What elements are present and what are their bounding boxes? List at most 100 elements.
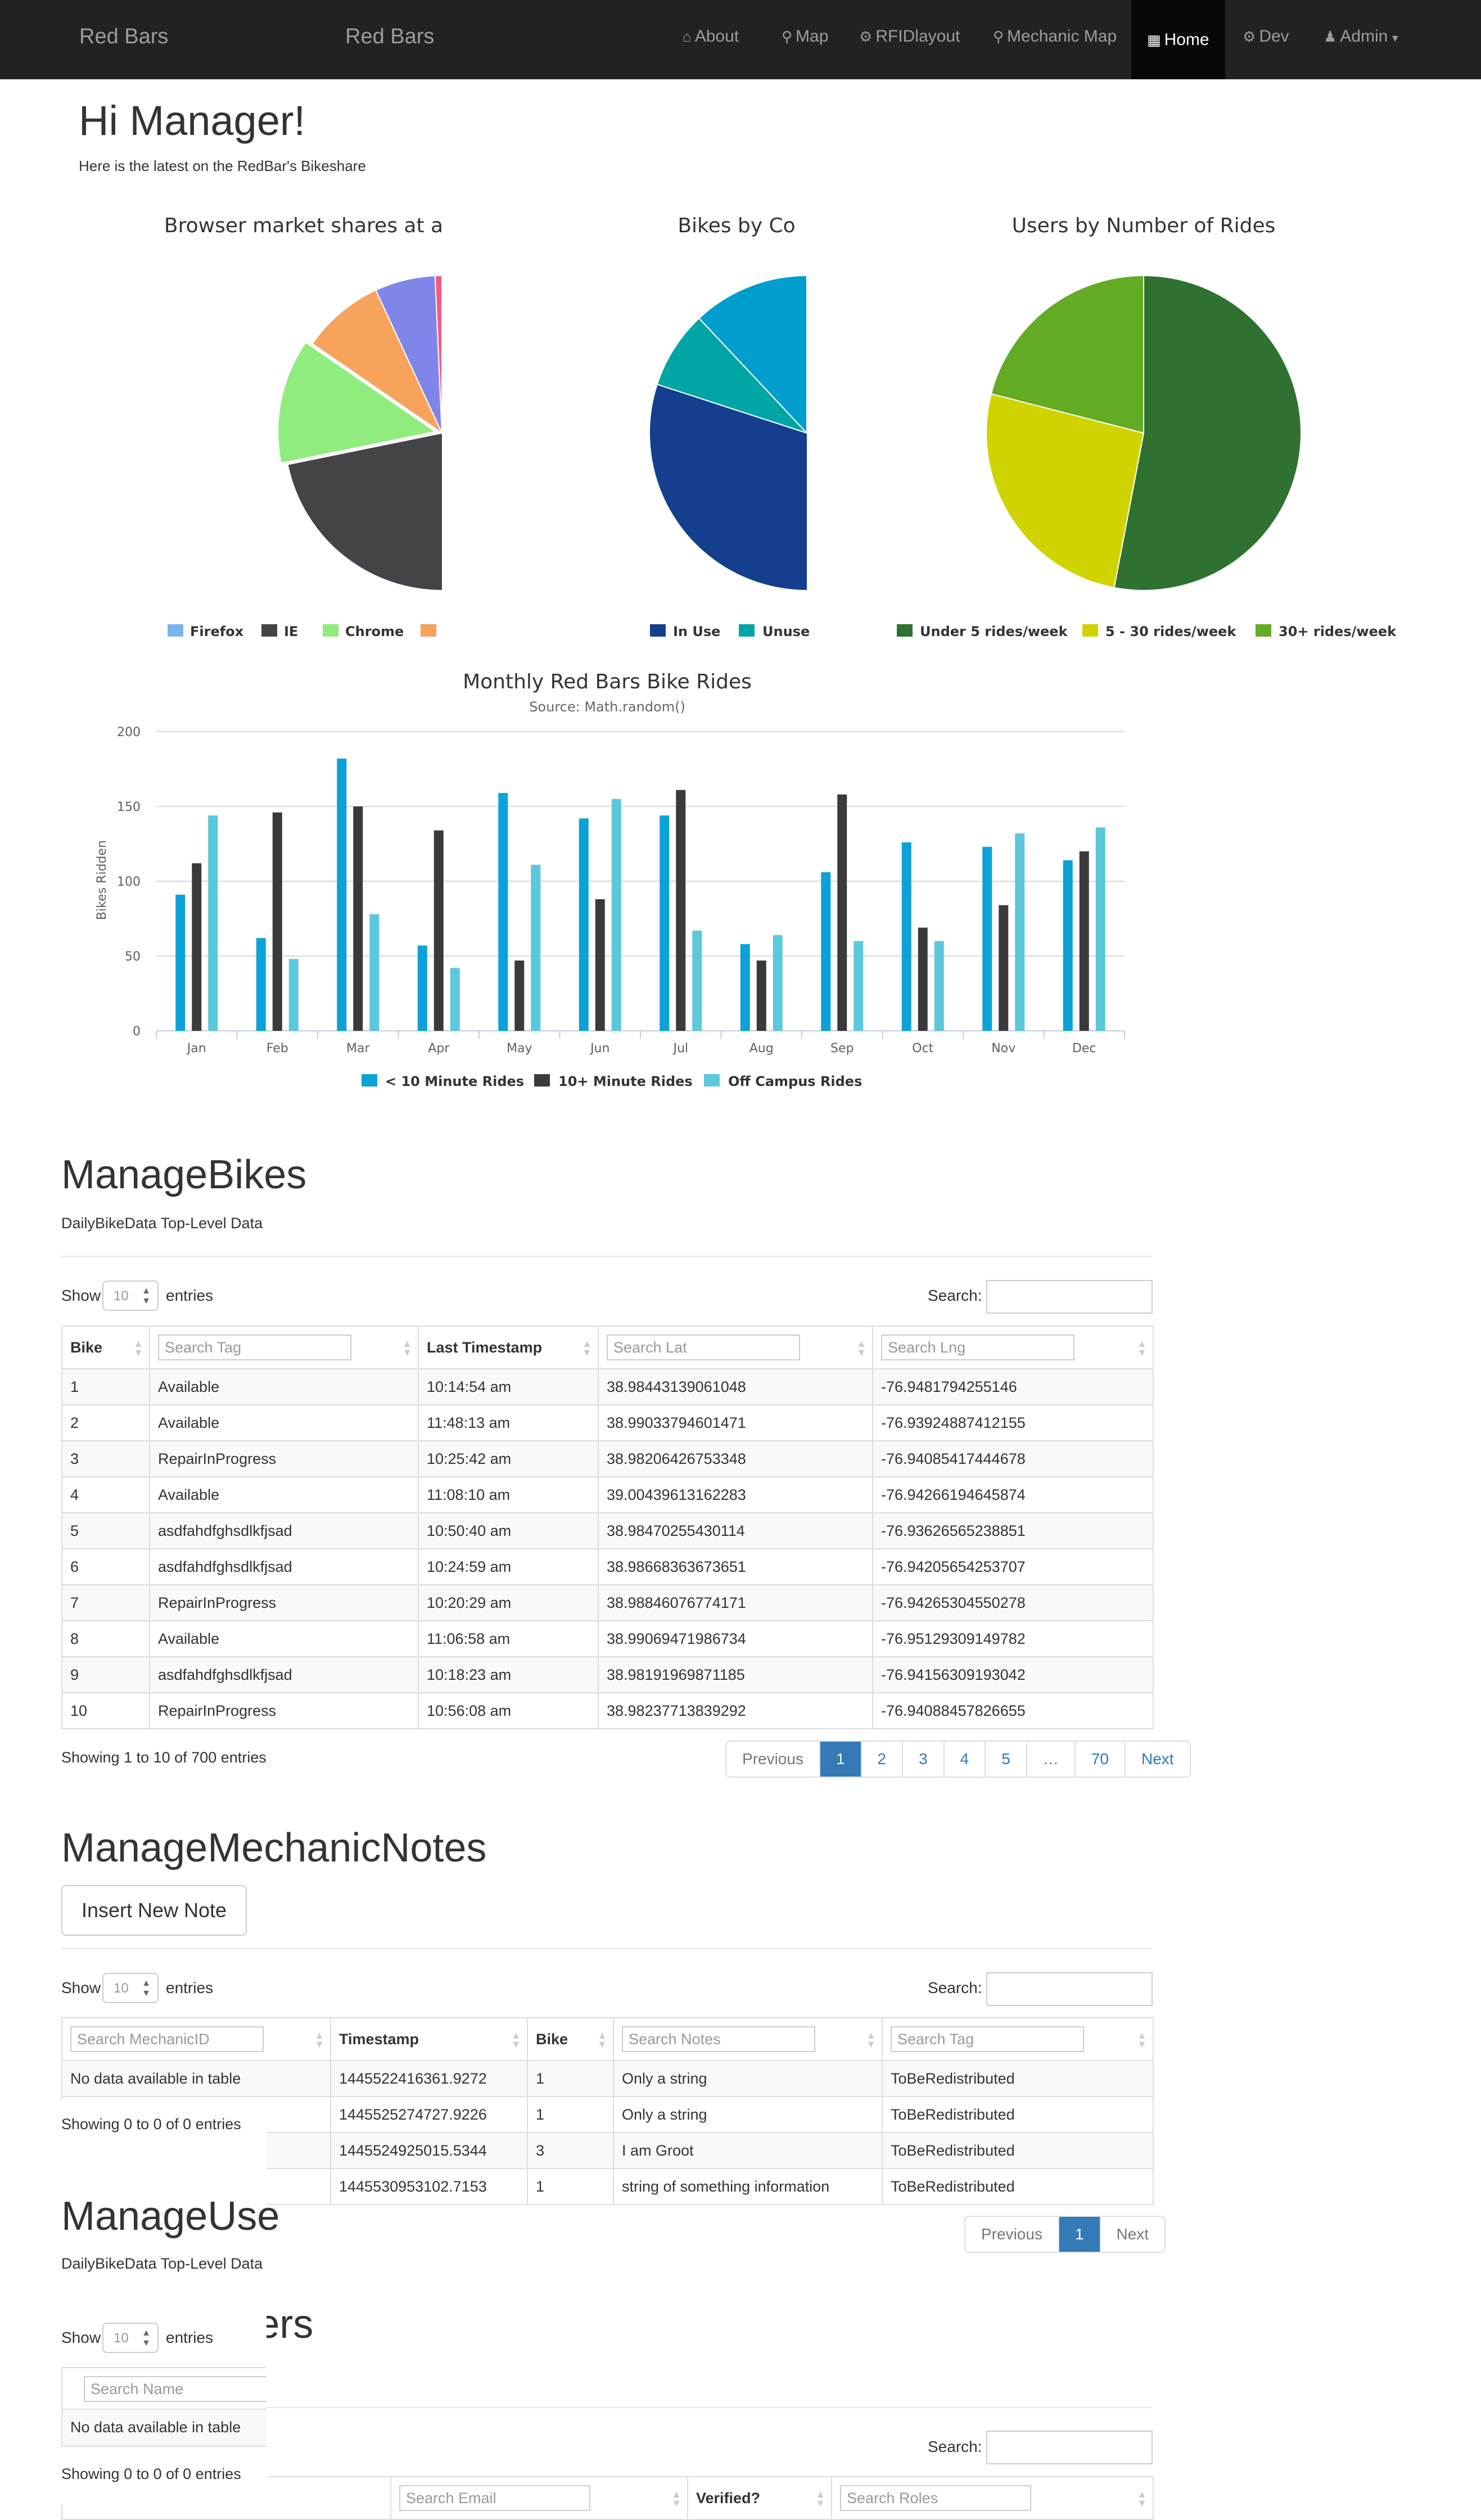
bar[interactable] — [660, 815, 670, 1031]
legend-in-use[interactable]: In Use — [673, 624, 720, 639]
search-lng-input[interactable]: Search Lng — [881, 1335, 1074, 1360]
nav-mechanic-map[interactable]: ⚲ Mechanic Map — [993, 27, 1117, 46]
legend-firefox[interactable]: Firefox — [190, 624, 244, 639]
page-1-button[interactable]: 1 — [1059, 2217, 1101, 2252]
legend-off-campus[interactable]: Off Campus Rides — [728, 1074, 862, 1089]
table-row[interactable]: 2 Available 11:48:13 am 38.99033794601471 -7… — [61, 1404, 1154, 1441]
prev-page-button[interactable]: Previous — [726, 1742, 820, 1777]
bar[interactable] — [256, 938, 266, 1031]
bar[interactable] — [692, 930, 702, 1031]
search-email-input[interactable]: Search Email — [399, 2485, 590, 2511]
col-timestamp[interactable]: Timestamp ▲ ▼ — [330, 2017, 528, 2061]
bar[interactable] — [498, 793, 508, 1031]
brand-link[interactable]: Red Bars — [79, 25, 168, 49]
table-row[interactable]: 6 asdfahdfghsdlkfjsad 10:24:59 am 38.986683… — [61, 1548, 1154, 1585]
bikes-length-select[interactable]: 10 ▲ ▼ — [102, 1281, 159, 1311]
table-row[interactable]: No data available in table 1445522416361.… — [61, 2060, 1154, 2097]
notes-length-select[interactable]: 10 ▲ ▼ — [102, 1973, 159, 2003]
bar[interactable] — [579, 818, 589, 1031]
bar[interactable] — [450, 968, 460, 1031]
col-email[interactable]: Search Email ▲ ▼ — [390, 2476, 688, 2520]
col-roles[interactable]: Search Roles ▲ ▼ — [831, 2476, 1154, 2520]
bar[interactable] — [934, 941, 944, 1031]
page-70-button[interactable]: 70 — [1076, 1742, 1126, 1777]
legend-30-plus[interactable]: 30+ rides/week — [1279, 624, 1397, 639]
bar[interactable] — [1015, 833, 1025, 1031]
search-mechanicid-input[interactable]: Search MechanicID — [70, 2026, 264, 2052]
page-ellipsis[interactable]: … — [1027, 1742, 1076, 1777]
search-tag-input[interactable]: Search Tag — [158, 1335, 351, 1360]
col-last-timestamp[interactable]: Last Timestamp ▲ ▼ — [418, 1326, 599, 1369]
page-5-button[interactable]: 5 — [986, 1742, 1027, 1777]
bar[interactable] — [773, 935, 783, 1031]
table-row[interactable]: 10 RepairInProgress 10:56:08 am 38.98237713… — [61, 1692, 1154, 1729]
bar[interactable] — [514, 960, 525, 1031]
legend-long-rides[interactable]: 10+ Minute Rides — [558, 1074, 693, 1089]
nav-home[interactable]: ▦ Home — [1131, 0, 1225, 79]
prev-page-button[interactable]: Previous — [965, 2217, 1059, 2252]
nav-map[interactable]: ⚲ Map — [782, 27, 828, 46]
bikes-search-input[interactable] — [986, 1280, 1153, 1314]
bar[interactable] — [175, 894, 186, 1031]
bar[interactable] — [676, 790, 686, 1031]
table-row[interactable]: 4 Available 11:08:10 am 39.00439613162283 -7… — [61, 1476, 1154, 1513]
brand-title[interactable]: Red Bars — [345, 25, 434, 49]
table-row[interactable]: 3 RepairInProgress 10:25:42 am 38.982064267… — [61, 1440, 1154, 1477]
bar[interactable] — [208, 815, 218, 1031]
search-lat-input[interactable]: Search Lat — [607, 1335, 800, 1360]
bar[interactable] — [353, 806, 363, 1031]
col-lat[interactable]: Search Lat ▲ ▼ — [598, 1326, 873, 1369]
bar[interactable] — [272, 812, 282, 1031]
bar[interactable] — [982, 846, 992, 1031]
nav-about[interactable]: ⌂ About — [683, 27, 739, 46]
bar[interactable] — [1095, 827, 1105, 1031]
next-page-button[interactable]: Next — [1126, 1742, 1190, 1777]
legend-under-5[interactable]: Under 5 rides/week — [920, 624, 1068, 639]
col-lng[interactable]: Search Lng ▲ ▼ — [872, 1326, 1154, 1369]
users-length-select[interactable]: 10 ▲ ▼ — [102, 2323, 159, 2353]
bar[interactable] — [740, 944, 750, 1031]
page-2-button[interactable]: 2 — [862, 1742, 904, 1777]
search-note-tag-input[interactable]: Search Tag — [891, 2026, 1084, 2052]
pie-slice[interactable] — [441, 274, 599, 583]
bar[interactable] — [756, 960, 766, 1031]
col-notes[interactable]: Search Notes ▲ ▼ — [613, 2017, 883, 2061]
bar[interactable] — [999, 905, 1009, 1031]
bar[interactable] — [192, 863, 202, 1031]
bar[interactable] — [1079, 851, 1089, 1031]
pie-slice[interactable] — [287, 432, 491, 591]
bar[interactable] — [821, 872, 831, 1031]
bar[interactable] — [434, 830, 444, 1031]
users-search-input[interactable] — [986, 2431, 1153, 2464]
bar[interactable] — [901, 842, 911, 1031]
notes-search-input[interactable] — [986, 1972, 1153, 2006]
bar[interactable] — [369, 914, 380, 1031]
nav-rfidlayout[interactable]: ⚙ RFIDlayout — [859, 27, 960, 46]
col-mechanic-id[interactable]: Search MechanicID ▲ ▼ — [61, 2017, 331, 2061]
bar[interactable] — [854, 941, 864, 1031]
bar[interactable] — [918, 927, 928, 1031]
col-bike[interactable]: Bike ▲ ▼ — [61, 1326, 150, 1369]
col-note-bike[interactable]: Bike ▲ ▼ — [527, 2017, 614, 2061]
page-3-button[interactable]: 3 — [903, 1742, 945, 1777]
page-4-button[interactable]: 4 — [945, 1742, 986, 1777]
col-tag[interactable]: Search Tag ▲ ▼ — [149, 1326, 419, 1369]
search-name-input[interactable]: Search Name — [84, 2376, 267, 2402]
nav-admin-dropdown[interactable]: ♟ Admin ▼ — [1324, 27, 1400, 46]
table-row[interactable]: 5 asdfahdfghsdlkfjsad 10:50:40 am 38.984702… — [61, 1512, 1154, 1549]
col-search-name[interactable]: Search Name — [61, 2367, 267, 2410]
table-row[interactable]: 7 RepairInProgress 10:20:29 am 38.988460767… — [61, 1584, 1154, 1621]
next-page-button[interactable]: Next — [1101, 2217, 1165, 2252]
bar[interactable] — [531, 864, 541, 1031]
page-1-button[interactable]: 1 — [820, 1742, 862, 1777]
bar[interactable] — [337, 758, 347, 1031]
bar[interactable] — [288, 959, 299, 1031]
bar[interactable] — [837, 794, 847, 1031]
bar[interactable] — [595, 899, 605, 1031]
legend-ie[interactable]: IE — [284, 624, 298, 639]
nav-dev[interactable]: ⚙ Dev — [1243, 27, 1289, 46]
table-row[interactable]: 9 asdfahdfghsdlkfjsad 10:18:23 am 38.981919… — [61, 1656, 1154, 1693]
table-row[interactable]: 1 Available 10:14:54 am 38.98443139061048 -7… — [61, 1368, 1154, 1405]
legend-chrome[interactable]: Chrome — [345, 624, 404, 639]
legend-short-rides[interactable]: < 10 Minute Rides — [385, 1074, 524, 1089]
